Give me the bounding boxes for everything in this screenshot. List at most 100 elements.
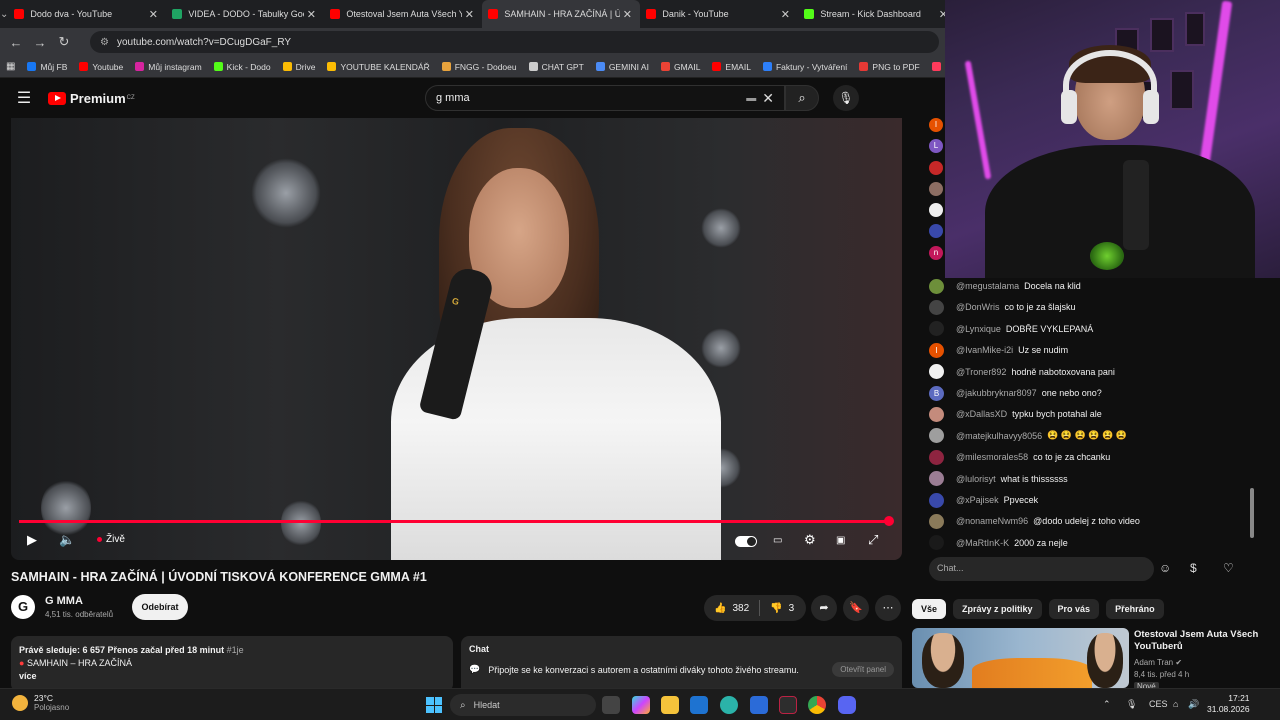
taskbar-search[interactable]: ⌕ Hledat xyxy=(450,694,596,716)
chat-avatar[interactable]: I xyxy=(929,342,944,358)
chat-avatar[interactable] xyxy=(929,471,944,487)
fullscreen-icon[interactable]: ⤢ xyxy=(868,532,878,548)
weather-widget[interactable]: 23°C Polojasno xyxy=(12,693,69,712)
address-bar[interactable]: ⚙ youtube.com/watch?v=DCugDGaF_RY xyxy=(90,31,939,53)
bookmark-item[interactable]: GMAIL xyxy=(655,62,706,72)
windows-start-icon[interactable] xyxy=(426,697,442,713)
chat-message[interactable]: @milesmorales58 co to je za chcanku xyxy=(929,449,1110,465)
chat-input[interactable]: Chat... xyxy=(929,557,1154,581)
emoji-icon[interactable]: ☺ xyxy=(1159,561,1171,575)
chat-message[interactable]: @Lynxique DOBŘE VYKLEPANÁ xyxy=(929,321,1093,337)
chat-message[interactable]: @lulorisyt what is thissssss xyxy=(929,471,1068,487)
recommended-video-title[interactable]: Otestoval Jsem Auta Všech YouTuberů xyxy=(1134,629,1274,653)
chat-username[interactable]: @lulorisyt xyxy=(956,474,996,484)
autoplay-toggle[interactable] xyxy=(735,536,757,547)
play-icon[interactable]: ▶ xyxy=(27,532,37,548)
discord-icon[interactable] xyxy=(838,696,856,714)
chat-message[interactable]: @matejkulhavyy8056 😫 😫 😫 😫 😫 😫 xyxy=(929,428,1127,444)
youtube-logo[interactable]: Premium CZ xyxy=(48,91,135,106)
chat-message[interactable]: @nonameNwm96 @dodo udelej z toho video xyxy=(929,513,1140,529)
bookmark-item[interactable]: PNG to PDF xyxy=(853,62,925,72)
close-tab-icon[interactable]: ✕ xyxy=(304,8,318,21)
bookmark-item[interactable]: Můj instagram xyxy=(129,62,207,72)
chat-avatar[interactable] xyxy=(929,224,943,239)
bookmark-item[interactable]: FNGG - Dodoeu xyxy=(436,62,523,72)
chat-avatar[interactable] xyxy=(929,160,943,175)
progress-scrubber[interactable] xyxy=(883,516,894,526)
chat-avatar[interactable] xyxy=(929,492,944,508)
bookmark-item[interactable]: Drive xyxy=(277,62,322,72)
browser-tab[interactable]: Otestoval Jsem Auta Všech You ✕ xyxy=(324,0,482,28)
video-progress-bar[interactable] xyxy=(19,516,894,526)
filter-chip[interactable]: Zprávy z politiky xyxy=(953,599,1042,619)
filter-chip[interactable]: Vše xyxy=(912,599,947,619)
chat-message[interactable]: I @IvanMike-i2i Uz se nudim xyxy=(929,342,1068,358)
browser-tab[interactable]: VIDEA - DODO - Tabulky Googl ✕ xyxy=(166,0,324,28)
browser-tab[interactable]: Danik - YouTube ✕ xyxy=(640,0,798,28)
chat-avatar[interactable] xyxy=(929,364,944,380)
close-tab-icon[interactable]: ✕ xyxy=(146,8,160,21)
chat-avatar[interactable] xyxy=(929,428,944,444)
clear-search-icon[interactable]: ✕ xyxy=(762,90,774,107)
search-button[interactable]: ⌕ xyxy=(785,85,819,111)
voice-search-button[interactable]: 🎙 xyxy=(833,85,859,111)
chat-message[interactable]: @Troner892 hodně nabotoxovana pani xyxy=(929,364,1115,380)
bookmark-item[interactable]: EMAIL xyxy=(706,62,757,72)
reload-icon[interactable]: ↻ xyxy=(52,34,76,50)
chat-avatar[interactable] xyxy=(929,449,944,465)
tab-search-chevron-icon[interactable]: ⌄ xyxy=(0,9,8,20)
channel-avatar[interactable]: G xyxy=(11,595,35,619)
chat-avatar[interactable] xyxy=(929,203,943,218)
close-tab-icon[interactable]: ✕ xyxy=(620,8,634,21)
keyboard-icon[interactable]: ▬ xyxy=(746,93,756,104)
browser-tab[interactable]: Dodo dva - YouTube ✕ xyxy=(8,0,166,28)
chrome-icon[interactable] xyxy=(808,696,826,714)
store-icon[interactable] xyxy=(750,696,768,714)
tray-mic-icon[interactable]: 🎙 xyxy=(1126,699,1137,710)
show-more-link[interactable]: více xyxy=(19,670,445,683)
chat-avatar[interactable]: I xyxy=(929,118,943,132)
chat-avatar[interactable] xyxy=(929,406,944,422)
live-indicator[interactable]: Živě xyxy=(97,534,125,545)
close-tab-icon[interactable]: ✕ xyxy=(778,8,792,21)
subscribe-button[interactable]: Odebírat xyxy=(132,594,188,620)
chat-username[interactable]: @Lynxique xyxy=(956,324,1001,334)
copilot-icon[interactable] xyxy=(632,696,650,714)
site-info-icon[interactable]: ⚙ xyxy=(100,37,109,48)
filter-chip[interactable]: Přehráno xyxy=(1106,599,1164,619)
bookmark-item[interactable]: Kick - Dodo xyxy=(208,62,277,72)
miniplayer-icon[interactable]: ▣ xyxy=(836,535,845,546)
browser-tab[interactable]: SAMHAIN - HRA ZAČÍNÁ | ÚVO✕ xyxy=(482,0,641,28)
clock[interactable]: 17:21 31.08.2026 xyxy=(1207,693,1250,715)
chat-avatar[interactable] xyxy=(929,513,944,529)
chat-username[interactable]: @nonameNwm96 xyxy=(956,516,1028,526)
menu-hamburger-icon[interactable]: ☰ xyxy=(0,88,48,108)
hashtag[interactable]: #1je xyxy=(227,645,244,655)
bookmark-item[interactable]: Youtube xyxy=(73,62,129,72)
file-explorer-icon[interactable] xyxy=(661,696,679,714)
chat-username[interactable]: @megustalama xyxy=(956,281,1019,291)
chat-message[interactable]: B @jakubbryknar8097 one nebo ono? xyxy=(929,385,1102,401)
bookmark-item[interactable]: GEMINI AI xyxy=(590,62,655,72)
edge-icon[interactable] xyxy=(720,696,738,714)
chat-message[interactable]: @megustalama Docela na klid xyxy=(929,278,1081,294)
chat-username[interactable]: @xDallasXD xyxy=(956,409,1007,419)
chat-username[interactable]: @matejkulhavyy8056 xyxy=(956,431,1042,441)
heart-icon[interactable]: ♡ xyxy=(1223,561,1234,575)
terminal-icon[interactable] xyxy=(779,696,797,714)
channel-name[interactable]: G MMA xyxy=(45,595,83,607)
settings-gear-icon[interactable]: ⚙ xyxy=(804,532,816,548)
chat-avatar[interactable] xyxy=(929,181,943,196)
bookmark-item[interactable]: Můj FB xyxy=(21,62,73,72)
search-input[interactable]: g mma ▬ ✕ xyxy=(425,85,785,111)
bookmark-item[interactable]: Faktury - Vytváření xyxy=(757,62,853,72)
apps-grid-icon[interactable]: ▦ xyxy=(0,61,21,72)
network-icon[interactable]: ⌂ xyxy=(1173,699,1178,709)
chat-avatar[interactable] xyxy=(929,321,944,337)
chat-avatar[interactable] xyxy=(929,535,944,551)
chat-avatar[interactable] xyxy=(929,299,944,315)
save-button[interactable]: 🔖 xyxy=(843,595,869,621)
chat-message[interactable]: @DonWris co to je za šlajsku xyxy=(929,299,1076,315)
language-indicator[interactable]: CES xyxy=(1149,699,1168,709)
chat-scrollbar[interactable] xyxy=(1250,488,1254,538)
